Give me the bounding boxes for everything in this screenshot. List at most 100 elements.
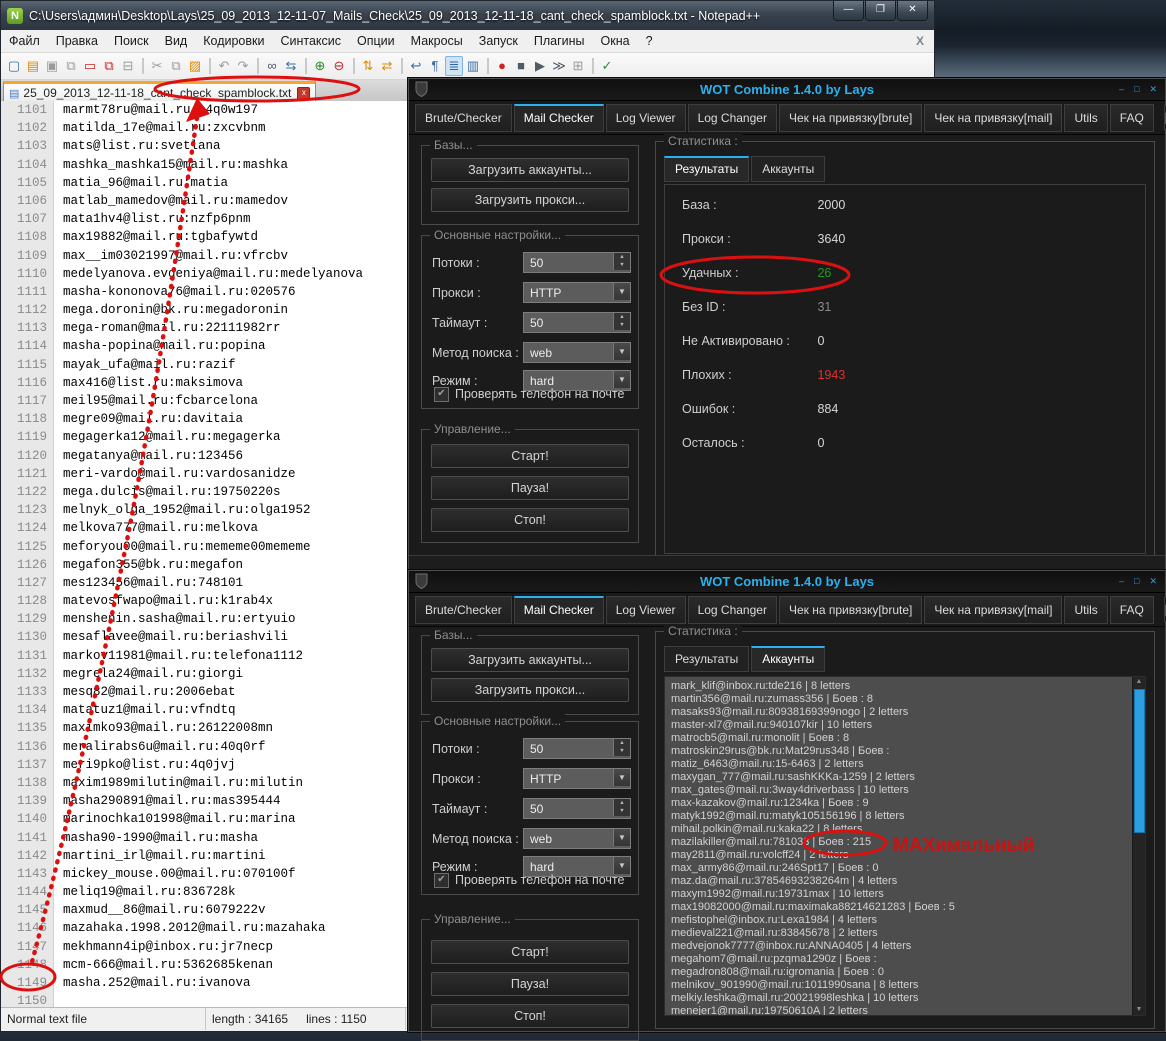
toolbar-separator[interactable]: [257, 58, 259, 74]
load-accounts-button[interactable]: Загрузить аккаунты...: [431, 158, 629, 182]
save-all-icon[interactable]: ⧉: [62, 56, 80, 76]
account-row[interactable]: maxym1992@mail.ru:19731max | 10 letters: [671, 888, 1131, 901]
stepper-arrows-icon[interactable]: ▲ ▼: [613, 799, 630, 816]
macro-run-icon[interactable]: ≫: [550, 56, 568, 76]
toolbar-separator[interactable]: [487, 58, 489, 74]
account-row[interactable]: melkiy.leshka@mail.ru:20021998leshka | 1…: [671, 992, 1131, 1005]
account-row[interactable]: mark_klif@inbox.ru:tde216 | 8 letters: [671, 680, 1131, 693]
menu-plugins[interactable]: Плагины: [526, 32, 593, 50]
account-row[interactable]: megahom7@mail.ru:pzqma1290z | Боев :: [671, 953, 1131, 966]
account-row[interactable]: may2811@mail.ru:volcff24 | 2 letters: [671, 849, 1131, 862]
tab-log-viewer[interactable]: Log Viewer: [605, 595, 686, 624]
account-row[interactable]: medvejonok7777@inbox.ru:ANNA0405 | 4 let…: [671, 940, 1131, 953]
account-row[interactable]: maxygan_777@mail.ru:sashKKKa-1259 | 2 le…: [671, 771, 1131, 784]
tab-brute-checker[interactable]: Brute/Checker: [415, 103, 512, 132]
open-folder-icon[interactable]: ▤: [24, 56, 42, 76]
replace-icon[interactable]: ⇆: [282, 56, 300, 76]
chevron-down-icon[interactable]: ▼: [613, 283, 630, 300]
toolbar-separator[interactable]: [592, 58, 594, 74]
tab-check-privyazka-mail[interactable]: Чек на привязку[mail]: [924, 595, 1063, 624]
close-all-icon[interactable]: ⧉: [100, 56, 118, 76]
start-button[interactable]: Старт!: [431, 444, 629, 468]
copy-icon[interactable]: ⧉: [167, 56, 185, 76]
tab-mail-checker[interactable]: Mail Checker: [513, 103, 604, 132]
file-tab[interactable]: ▤ 25_09_2013_12-11-18_cant_check_spamblo…: [3, 81, 317, 102]
menu-options[interactable]: Опции: [349, 32, 403, 50]
account-row[interactable]: max_army86@mail.ru:246Spt17 | Боев : 0: [671, 862, 1131, 875]
tab-utils[interactable]: Utils: [1064, 595, 1108, 624]
new-file-icon[interactable]: ▢: [5, 56, 23, 76]
doc-map-icon[interactable]: ▥: [464, 56, 482, 76]
sync-scroll-h-icon[interactable]: ⇄: [378, 56, 396, 76]
account-row[interactable]: master-xl7@mail.ru:940107kir | 10 letter…: [671, 719, 1131, 732]
maximize-button[interactable]: ❐: [865, 1, 896, 21]
menu-edit[interactable]: Правка: [48, 32, 106, 50]
account-row[interactable]: menejer1@mail.ru:19750610A | 2 letters: [671, 1005, 1131, 1015]
pause-button[interactable]: Пауза!: [431, 476, 629, 500]
accounts-list[interactable]: mark_klif@inbox.ru:tde216 | 8 letters ma…: [664, 676, 1146, 1016]
menu-file[interactable]: Файл: [1, 32, 48, 50]
spell-check-icon[interactable]: ✓: [598, 56, 616, 76]
paste-icon[interactable]: ▨: [186, 56, 204, 76]
sync-scroll-v-icon[interactable]: ⇅: [359, 56, 377, 76]
stop-button[interactable]: Стоп!: [431, 1004, 629, 1028]
account-row[interactable]: mefistophel@inbox.ru:Lexa1984 | 4 letter…: [671, 914, 1131, 927]
toolbar-separator[interactable]: [353, 58, 355, 74]
stop-button[interactable]: Стоп!: [431, 508, 629, 532]
minimize-button[interactable]: –: [1119, 82, 1124, 96]
print-icon[interactable]: ⊟: [119, 56, 137, 76]
close-file-icon[interactable]: ▭: [81, 56, 99, 76]
tab-close-icon[interactable]: x: [297, 86, 311, 100]
start-button[interactable]: Старт!: [431, 940, 629, 964]
close-button[interactable]: ✕: [1149, 574, 1157, 588]
pause-button[interactable]: Пауза!: [431, 972, 629, 996]
tab-log-changer[interactable]: Log Changer: [687, 103, 777, 132]
maximize-button[interactable]: □: [1134, 82, 1139, 96]
toolbar-separator[interactable]: [305, 58, 307, 74]
scroll-down-icon[interactable]: ▼: [1133, 1005, 1145, 1015]
indent-guide-icon[interactable]: ≣: [445, 56, 463, 76]
stepper-arrows-icon[interactable]: ▲ ▼: [613, 739, 630, 756]
chevron-down-icon[interactable]: ▼: [613, 343, 630, 360]
check-phone-checkbox[interactable]: ✔: [434, 872, 449, 888]
macro-record-icon[interactable]: ●: [493, 56, 511, 76]
tab-accounts[interactable]: Аккаунты: [751, 646, 826, 672]
account-row[interactable]: maz.da@mail.ru:37854693238264m | 4 lette…: [671, 875, 1131, 888]
account-row[interactable]: mihail.polkin@mail.ru:kaka22 | 8 letters: [671, 823, 1131, 836]
account-row[interactable]: max-kazakov@mail.ru:1234ka | Боев : 9: [671, 797, 1131, 810]
maximize-button[interactable]: □: [1134, 574, 1139, 588]
menu-search[interactable]: Поиск: [106, 32, 157, 50]
account-row[interactable]: melnikov_901990@mail.ru:1011990sana | 8 …: [671, 979, 1131, 992]
account-row[interactable]: mazilakiller@mail.ru:781033 | Боев : 215: [671, 836, 1131, 849]
wot1-titlebar[interactable]: WOT Combine 1.4.0 by Lays – □ ✕: [409, 79, 1165, 101]
tab-check-privyazka-mail[interactable]: Чек на привязку[mail]: [924, 103, 1063, 132]
account-row[interactable]: matrocb5@mail.ru:monolit | Боев : 8: [671, 732, 1131, 745]
find-icon[interactable]: ∞: [263, 56, 281, 76]
menu-windows[interactable]: Окна: [593, 32, 638, 50]
menu-view[interactable]: Вид: [157, 32, 196, 50]
account-row[interactable]: medieval221@mail.ru:83845678 | 2 letters: [671, 927, 1131, 940]
account-row[interactable]: megadron808@mail.ru:igromania | Боев : 0: [671, 966, 1131, 979]
chevron-down-icon[interactable]: ▼: [613, 829, 630, 846]
word-wrap-icon[interactable]: ↩: [407, 56, 425, 76]
account-row[interactable]: martin356@mail.ru:zumass356 | Боев : 8: [671, 693, 1131, 706]
redo-icon[interactable]: ↷: [234, 56, 252, 76]
toolbar-separator[interactable]: [401, 58, 403, 74]
menu-help[interactable]: ?: [638, 32, 661, 50]
scroll-up-icon[interactable]: ▲: [1133, 677, 1145, 687]
wot2-titlebar[interactable]: WOT Combine 1.4.0 by Lays – □ ✕: [409, 571, 1165, 593]
save-icon[interactable]: ▣: [43, 56, 61, 76]
account-row[interactable]: matyk1992@mail.ru:matyk105156196 | 8 let…: [671, 810, 1131, 823]
notepad-titlebar[interactable]: N C:\Users\админ\Desktop\Lays\25_09_2013…: [1, 1, 934, 30]
tab-log-viewer[interactable]: Log Viewer: [605, 103, 686, 132]
scrollbar-thumb[interactable]: [1134, 689, 1145, 833]
toolbar-separator[interactable]: [209, 58, 211, 74]
chevron-down-icon[interactable]: ▼: [613, 769, 630, 786]
tab-log-changer[interactable]: Log Changer: [687, 595, 777, 624]
tab-mail-checker[interactable]: Mail Checker: [513, 595, 604, 624]
tab-results[interactable]: Результаты: [664, 156, 750, 182]
load-accounts-button[interactable]: Загрузить аккаунты...: [431, 648, 629, 672]
account-row[interactable]: max_gates@mail.ru:3way4driverbass | 10 l…: [671, 784, 1131, 797]
account-row[interactable]: max19082000@mail.ru:maximaka88214621283 …: [671, 901, 1131, 914]
close-button[interactable]: ✕: [1149, 82, 1157, 96]
